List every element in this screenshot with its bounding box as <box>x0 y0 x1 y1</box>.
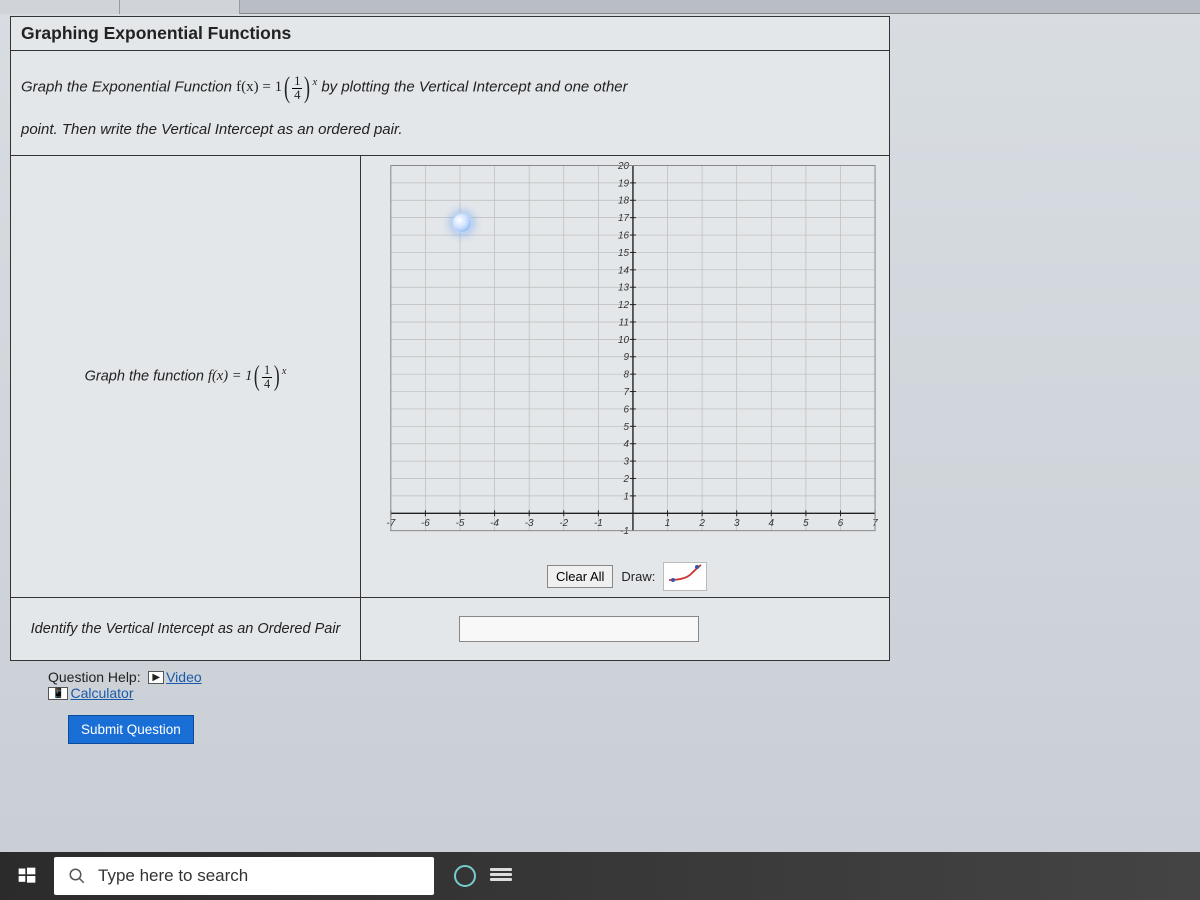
fraction-denominator: 4 <box>292 89 302 102</box>
svg-text:1: 1 <box>665 518 671 529</box>
video-icon: ▶ <box>148 671 164 684</box>
panel-title: Graphing Exponential Functions <box>11 17 889 51</box>
submit-question-button[interactable]: Submit Question <box>68 715 194 744</box>
svg-text:13: 13 <box>618 282 630 293</box>
svg-text:-3: -3 <box>525 518 534 529</box>
fx-text: f(x) = 1 <box>208 367 252 383</box>
clear-all-button[interactable]: Clear All <box>547 565 613 588</box>
graph-canvas[interactable]: 1234567891011121314151617181920-7-6-5-4-… <box>367 158 883 558</box>
svg-text:12: 12 <box>618 300 630 311</box>
search-icon <box>68 867 86 885</box>
windows-taskbar[interactable]: Type here to search <box>0 852 1200 900</box>
question-panel: Graphing Exponential Functions Graph the… <box>10 16 890 661</box>
prompt-text: by plotting the Vertical Intercept and o… <box>321 78 627 95</box>
label-text: Graph the function <box>85 368 208 384</box>
svg-text:-5: -5 <box>456 518 465 529</box>
svg-text:19: 19 <box>618 178 630 189</box>
browser-tab[interactable] <box>120 0 240 14</box>
fraction-numerator: 1 <box>262 364 272 377</box>
svg-text:14: 14 <box>618 265 630 276</box>
question-prompt: Graph the Exponential Function f(x) = 1(… <box>11 51 889 156</box>
svg-text:-2: -2 <box>559 518 568 529</box>
fx-text: f(x) = 1 <box>236 79 282 95</box>
browser-tab[interactable] <box>0 0 120 14</box>
taskbar-icons <box>454 865 512 887</box>
label-text: Identify the Vertical Intercept as an Or… <box>31 621 341 637</box>
math-expression: f(x) = 1(14)x <box>236 59 317 116</box>
calculator-help-link[interactable]: Calculator <box>70 685 133 701</box>
fraction-denominator: 4 <box>262 378 272 390</box>
prompt-text: Graph the Exponential Function <box>21 78 236 95</box>
video-help-link[interactable]: Video <box>166 669 202 685</box>
prompt-text: point. Then write the Vertical Intercept… <box>21 121 403 138</box>
svg-text:8: 8 <box>623 369 629 380</box>
svg-text:9: 9 <box>623 352 629 363</box>
svg-text:3: 3 <box>734 518 740 529</box>
exponent: x <box>312 77 317 88</box>
browser-tab-strip <box>0 0 1200 14</box>
graph-task-label: Graph the function f(x) = 1(14)x <box>11 156 361 597</box>
svg-text:20: 20 <box>617 160 630 171</box>
task-view-icon[interactable] <box>490 867 512 885</box>
exp-curve-icon <box>667 564 703 584</box>
draw-tool-exponential[interactable] <box>663 562 707 591</box>
svg-text:2: 2 <box>622 473 629 484</box>
svg-text:-1: -1 <box>620 526 629 537</box>
help-label: Question Help: <box>48 669 141 685</box>
fraction-numerator: 1 <box>292 75 302 89</box>
svg-text:18: 18 <box>618 195 630 206</box>
svg-text:6: 6 <box>623 404 629 415</box>
svg-text:10: 10 <box>618 334 630 345</box>
svg-text:2: 2 <box>698 518 705 529</box>
svg-text:15: 15 <box>618 247 630 258</box>
cortana-icon[interactable] <box>454 865 476 887</box>
windows-logo-icon <box>17 866 37 886</box>
svg-text:5: 5 <box>803 518 809 529</box>
graph-cell: 1234567891011121314151617181920-7-6-5-4-… <box>361 156 889 597</box>
math-expression: f(x) = 1(14)x <box>208 360 286 393</box>
taskbar-search[interactable]: Type here to search <box>54 857 434 895</box>
svg-text:-1: -1 <box>594 518 603 529</box>
start-button[interactable] <box>0 852 54 900</box>
svg-text:11: 11 <box>619 317 629 328</box>
answer-cell <box>361 598 889 660</box>
draw-label: Draw: <box>621 569 655 584</box>
search-placeholder-text: Type here to search <box>98 866 248 886</box>
svg-text:-4: -4 <box>490 518 499 529</box>
svg-text:16: 16 <box>618 230 630 241</box>
svg-text:4: 4 <box>623 439 629 450</box>
svg-text:7: 7 <box>623 387 629 398</box>
svg-text:17: 17 <box>618 213 630 224</box>
svg-text:-6: -6 <box>421 518 430 529</box>
question-help-row: Question Help: ▶Video 📱Calculator <box>20 663 1180 705</box>
exponent: x <box>282 366 287 377</box>
calculator-icon: 📱 <box>48 687 68 700</box>
svg-text:6: 6 <box>838 518 844 529</box>
intercept-task-label: Identify the Vertical Intercept as an Or… <box>11 598 361 660</box>
svg-text:1: 1 <box>623 491 629 502</box>
vertical-intercept-input[interactable] <box>459 616 699 642</box>
svg-text:3: 3 <box>623 456 629 467</box>
graph-controls: Clear All Draw: <box>367 562 883 591</box>
coordinate-plane[interactable]: 1234567891011121314151617181920-7-6-5-4-… <box>367 158 883 558</box>
svg-text:5: 5 <box>623 421 629 432</box>
svg-text:4: 4 <box>769 518 775 529</box>
